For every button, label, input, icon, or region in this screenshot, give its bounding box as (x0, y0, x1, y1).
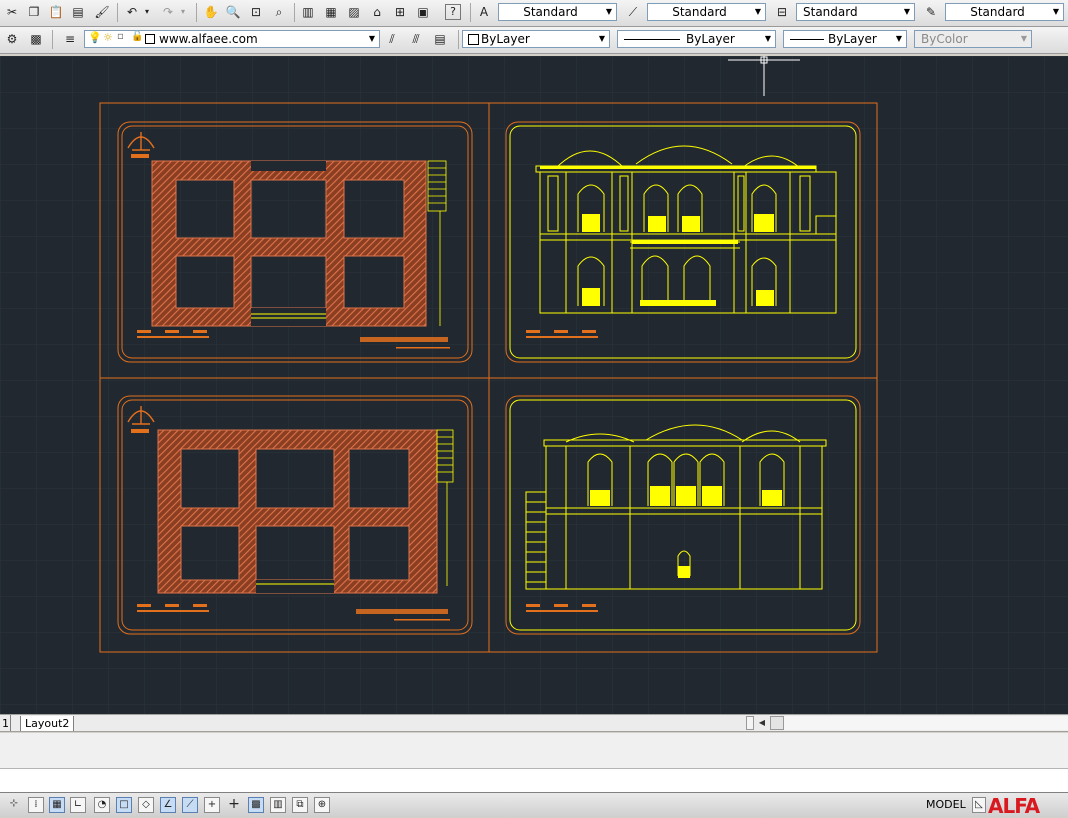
scrollbar-splitter[interactable] (746, 716, 754, 730)
help-icon[interactable]: ? (445, 4, 461, 20)
lineweight-select[interactable]: ByLayer ▼ (783, 30, 907, 48)
undo-icon[interactable]: ↶ (124, 4, 140, 20)
transparency-icon[interactable]: ▩ (248, 797, 264, 813)
design-center-icon[interactable]: ▦ (323, 4, 339, 20)
chevron-down-icon: ▼ (1020, 34, 1028, 43)
zoom-window-icon[interactable]: ⊡ (248, 4, 264, 20)
markup-icon[interactable]: ⊞ (392, 4, 408, 20)
snap-mode-icon[interactable]: ⁞ (28, 797, 44, 813)
3d-object-snap-icon[interactable]: ◇ (138, 797, 154, 813)
sheet-set-icon[interactable]: ⌂ (369, 4, 385, 20)
cut-icon[interactable]: ✂ (4, 4, 20, 20)
command-input[interactable] (0, 769, 1068, 793)
layer-on-icon[interactable]: 💡 (88, 31, 102, 44)
pan-hand-icon[interactable]: ✋ (203, 4, 219, 20)
zoom-previous-icon[interactable]: ⌕ (271, 4, 287, 20)
layer-previous-icon[interactable]: ⫻ (408, 31, 424, 47)
standard-toolbar: ✂ ❐ 📋 ▤ 🖌 ↶ ▾ ↷ ▾ ✋ 🔍 ⊡ ⌕ ▥ ▦ ▨ ⌂ ⊞ ▣ ? … (0, 0, 1068, 27)
multileader-style-icon[interactable]: ✎ (923, 4, 939, 20)
drawing-canvas[interactable] (0, 56, 1068, 714)
dim-style-select[interactable]: Standard ▼ (647, 3, 766, 21)
chevron-down-icon: ▼ (754, 7, 762, 16)
quick-properties-icon[interactable]: ▥ (270, 797, 286, 813)
workspace-settings-icon[interactable]: ⚙ (4, 31, 20, 47)
command-history (0, 733, 1068, 769)
copy-icon[interactable]: ❐ (26, 4, 42, 20)
text-style-select[interactable]: Standard ▼ (498, 3, 617, 21)
chevron-down-icon: ▼ (1052, 7, 1060, 16)
lineweight-toggle-icon[interactable]: + (226, 797, 242, 813)
horizontal-scrollbar-track[interactable] (784, 716, 1068, 730)
layer-state-icon[interactable]: ▤ (432, 31, 448, 47)
drawing-svg (0, 56, 1068, 714)
properties-icon[interactable]: ▥ (300, 4, 316, 20)
zoom-realtime-icon[interactable]: 🔍 (225, 4, 241, 20)
lock-ui-icon[interactable]: ▩ (28, 31, 44, 47)
lineweight-preview (790, 39, 824, 40)
color-swatch (468, 34, 479, 45)
tab-layout1[interactable]: 1 (2, 716, 9, 731)
chevron-down-icon: ▼ (368, 34, 376, 43)
dynamic-input-icon[interactable]: + (204, 797, 220, 813)
plot-style-select: ByColor ▼ (914, 30, 1032, 48)
infer-constraints-icon[interactable]: ⊹ (6, 797, 22, 813)
layer-viewport-icon[interactable]: ▫ (117, 31, 124, 42)
layers-toolbar: ⚙ ▩ ≡ 💡 ☼ ▫ 🔓 www.alfaee.com ▼ ⫽ ⫻ ▤ ByL… (0, 27, 1068, 54)
maximize-viewport-icon[interactable]: ◺ (972, 797, 986, 813)
tool-palettes-icon[interactable]: ▨ (346, 4, 362, 20)
linetype-preview (624, 39, 680, 40)
model-space-label[interactable]: MODEL (926, 798, 966, 811)
selection-cycling-icon[interactable]: ⧉ (292, 797, 308, 813)
dynamic-ucs-icon[interactable]: ⟋ (182, 797, 198, 813)
chevron-down-icon: ▼ (903, 7, 911, 16)
match-properties-icon[interactable]: ▤ (70, 4, 86, 20)
layer-select[interactable]: 💡 ☼ ▫ 🔓 www.alfaee.com ▼ (84, 30, 380, 48)
table-style-icon[interactable]: ⊟ (774, 4, 790, 20)
calculator-icon[interactable]: ▣ (415, 4, 431, 20)
layer-lock-icon[interactable]: 🔓 (131, 31, 143, 42)
alfa-logo: ALFA (988, 794, 1040, 818)
chevron-down-icon: ▼ (895, 34, 903, 43)
make-current-layer-icon[interactable]: ⫽ (384, 31, 400, 47)
scroll-left-icon[interactable]: ◀ (756, 716, 768, 730)
layer-freeze-icon[interactable]: ☼ (103, 31, 113, 44)
ortho-mode-icon[interactable]: ∟ (70, 797, 86, 813)
chevron-down-icon: ▼ (605, 7, 613, 16)
object-snap-icon[interactable]: □ (116, 797, 132, 813)
north-label-mark (131, 429, 149, 433)
object-snap-tracking-icon[interactable]: ∠ (160, 797, 176, 813)
status-bar: ⊹ ⁞ ▦ ∟ ◔ □ ◇ ∠ ⟋ + + ▩ ▥ ⧉ ⊕ MODEL ◺ AL… (0, 793, 1068, 818)
tab-layout2[interactable]: Layout2 (20, 716, 75, 731)
color-select[interactable]: ByLayer ▼ (462, 30, 610, 48)
chevron-down-icon: ▼ (764, 34, 772, 43)
block-editor-icon[interactable]: 🖌 (94, 4, 110, 20)
table-style-select[interactable]: Standard ▼ (796, 3, 915, 21)
linetype-select[interactable]: ByLayer ▼ (617, 30, 776, 48)
multileader-style-select[interactable]: Standard ▼ (945, 3, 1064, 21)
undo-dropdown-icon[interactable]: ▾ (142, 4, 152, 20)
annotation-monitor-icon[interactable]: ⊕ (314, 797, 330, 813)
redo-dropdown-icon[interactable]: ▾ (178, 4, 188, 20)
chevron-down-icon: ▼ (598, 34, 606, 43)
north-label-mark (131, 154, 149, 158)
horizontal-scrollbar-thumb[interactable] (770, 716, 784, 730)
layer-properties-icon[interactable]: ≡ (62, 31, 78, 47)
text-style-icon[interactable]: A (476, 4, 492, 20)
redo-icon[interactable]: ↷ (160, 4, 176, 20)
polar-tracking-icon[interactable]: ◔ (94, 797, 110, 813)
layer-color-swatch (145, 34, 155, 44)
dim-style-icon[interactable]: ⟋ (625, 4, 641, 20)
layout-tab-bar: 1 Layout2 ◀ (0, 714, 1068, 732)
grid-display-icon[interactable]: ▦ (49, 797, 65, 813)
paste-icon[interactable]: 📋 (48, 4, 64, 20)
